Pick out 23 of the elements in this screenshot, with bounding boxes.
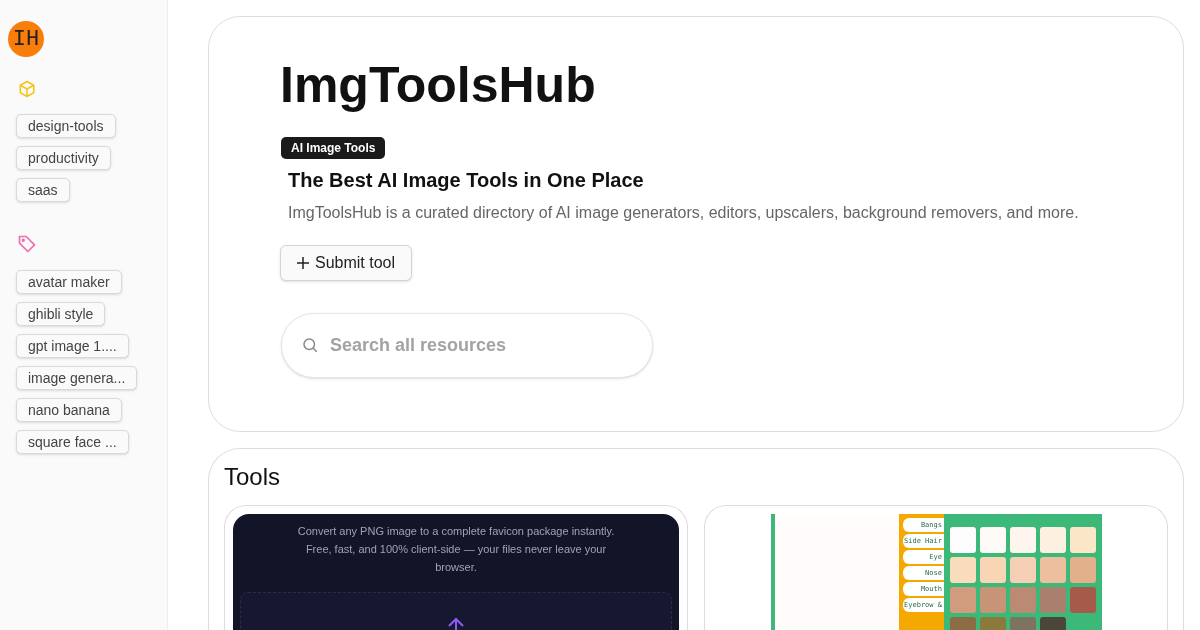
- category-chip[interactable]: design-tools: [16, 114, 116, 138]
- category-chip[interactable]: saas: [16, 178, 70, 202]
- tag-chip[interactable]: ghibli style: [16, 302, 106, 326]
- tag-chip[interactable]: gpt image 1....: [16, 334, 129, 358]
- tag-chip[interactable]: square face ...: [16, 430, 129, 454]
- category-badge: AI Image Tools: [281, 137, 386, 159]
- site-logo[interactable]: IH: [8, 21, 44, 57]
- plus-icon: [297, 257, 309, 269]
- screenshot-text: Convert any PNG image to a complete favicon package instantly. Free, fast, and 100% client-side — your files never leave your browser.: [296, 524, 616, 575]
- search-field[interactable]: Search all resources: [281, 313, 653, 378]
- cube-icon: [18, 80, 36, 98]
- category-chip[interactable]: productivity: [16, 146, 111, 170]
- site-title: ImgToolsHub: [280, 56, 596, 115]
- tag-icon: [17, 234, 37, 254]
- tag-chip[interactable]: nano banana: [16, 398, 122, 422]
- search-icon: [301, 336, 319, 354]
- section-title: Tools: [224, 463, 281, 491]
- submit-tool-button[interactable]: Submit tool: [280, 245, 413, 281]
- tag-chip[interactable]: avatar maker: [16, 270, 122, 294]
- tag-chip[interactable]: image genera...: [16, 366, 138, 390]
- hero-description: ImgToolsHub is a curated directory of AI image generators, editors, upscalers, background removers, and more.: [288, 203, 1080, 223]
- hero-heading: The Best AI Image Tools in One Place: [288, 168, 644, 193]
- tool-card[interactable]: Convert any PNG image to a complete favicon package instantly. Free, fast, and 100% client-side — your files never leave your browser.: [224, 505, 688, 630]
